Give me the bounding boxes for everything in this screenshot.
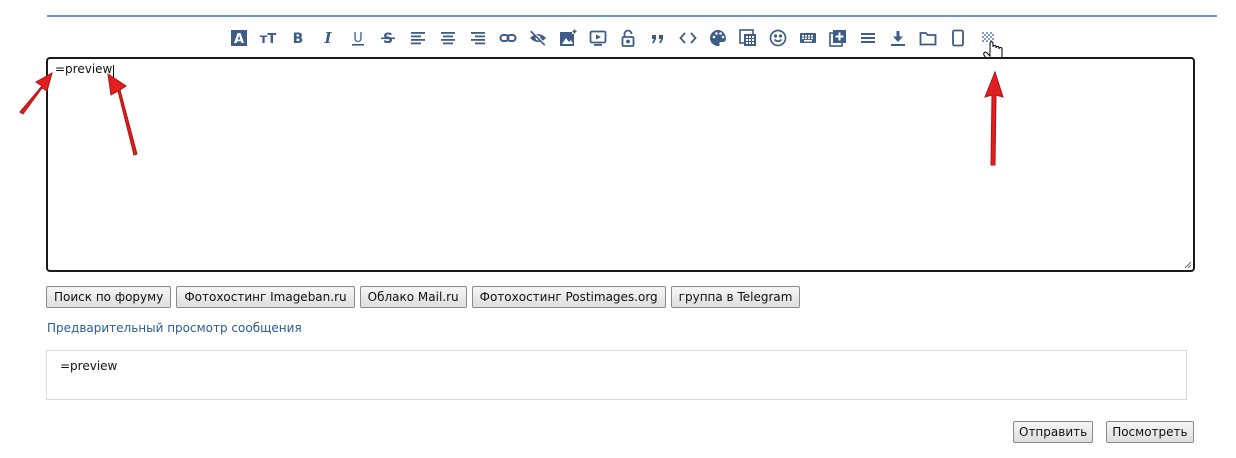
message-textarea[interactable]: [48, 59, 1193, 270]
folder-button[interactable]: [917, 27, 939, 49]
video-icon: [589, 30, 607, 46]
text-caret: [113, 65, 114, 79]
align-left-icon: [411, 32, 425, 45]
palette-icon: [710, 30, 726, 46]
menu-button[interactable]: [857, 27, 879, 49]
top-divider: [47, 15, 1217, 17]
underline-button[interactable]: U: [347, 27, 369, 49]
smiley-button[interactable]: [767, 27, 789, 49]
preview-grid-button[interactable]: [977, 27, 999, 49]
hide-icon: [530, 30, 547, 46]
bold-icon: B: [293, 31, 304, 47]
preview-box: =preview: [46, 350, 1187, 400]
download-icon: [891, 31, 905, 46]
align-center-button[interactable]: [437, 27, 459, 49]
align-center-icon: [441, 32, 455, 45]
helper-buttons: Поиск по форуму Фотохостинг Imageban.ru …: [46, 286, 801, 308]
font-size-button[interactable]: тT: [257, 27, 279, 49]
preview-content: =preview: [60, 359, 118, 373]
quote-icon: [652, 35, 663, 43]
font-color-button[interactable]: A: [228, 27, 250, 49]
italic-icon: I: [323, 29, 332, 47]
svg-text:A: A: [234, 32, 244, 47]
palette-button[interactable]: [707, 27, 729, 49]
italic-button[interactable]: I: [317, 27, 339, 49]
strikethrough-button[interactable]: S: [377, 27, 399, 49]
hide-button[interactable]: [527, 27, 549, 49]
code-button[interactable]: [677, 27, 699, 49]
smiley-icon: [769, 29, 787, 47]
align-left-button[interactable]: [407, 27, 429, 49]
preview-grid-icon: [982, 32, 994, 42]
font-size-icon: тT: [260, 32, 277, 47]
svg-text:U: U: [353, 31, 363, 46]
menu-icon: [861, 33, 875, 43]
lock-button[interactable]: [617, 27, 639, 49]
svg-text:тT: тT: [260, 32, 277, 47]
svg-text:I: I: [323, 29, 332, 47]
mail-cloud-button[interactable]: Облако Mail.ru: [359, 286, 467, 308]
image-icon: [560, 29, 577, 46]
postimages-button[interactable]: Фотохостинг Postimages.org: [471, 286, 666, 308]
keyboard-icon: [800, 33, 816, 43]
svg-text:B: B: [293, 31, 304, 47]
underline-icon: U: [352, 31, 364, 46]
form-actions: Отправить Посмотреть: [1013, 421, 1194, 443]
video-button[interactable]: [587, 27, 609, 49]
strikethrough-icon: S: [381, 31, 395, 47]
search-forum-button[interactable]: Поиск по форуму: [46, 286, 172, 308]
mobile-button[interactable]: [947, 27, 969, 49]
calculator-button[interactable]: [737, 27, 759, 49]
preview-label: Предварительный просмотр сообщения: [47, 321, 302, 335]
align-right-button[interactable]: [467, 27, 489, 49]
download-button[interactable]: [887, 27, 909, 49]
keyboard-button[interactable]: [797, 27, 819, 49]
resize-grip-icon[interactable]: [1184, 261, 1192, 269]
message-editor[interactable]: [46, 57, 1195, 272]
font-color-icon: A: [231, 30, 247, 47]
image-button[interactable]: [557, 27, 579, 49]
submit-button[interactable]: Отправить: [1013, 421, 1094, 443]
lock-icon: [621, 29, 635, 47]
link-icon: [499, 34, 517, 42]
align-right-icon: [471, 32, 485, 45]
imageban-button[interactable]: Фотохостинг Imageban.ru: [176, 286, 355, 308]
quote-button[interactable]: [647, 27, 669, 49]
mobile-icon: [952, 29, 964, 47]
add-box-icon: [829, 30, 846, 47]
code-icon: [679, 32, 697, 44]
bold-button[interactable]: B: [287, 27, 309, 49]
calculator-icon: [739, 29, 756, 46]
telegram-button[interactable]: группа в Telegram: [670, 286, 801, 308]
folder-icon: [919, 32, 937, 46]
view-button[interactable]: Посмотреть: [1106, 421, 1194, 443]
add-box-button[interactable]: [827, 27, 849, 49]
link-button[interactable]: [497, 27, 519, 49]
